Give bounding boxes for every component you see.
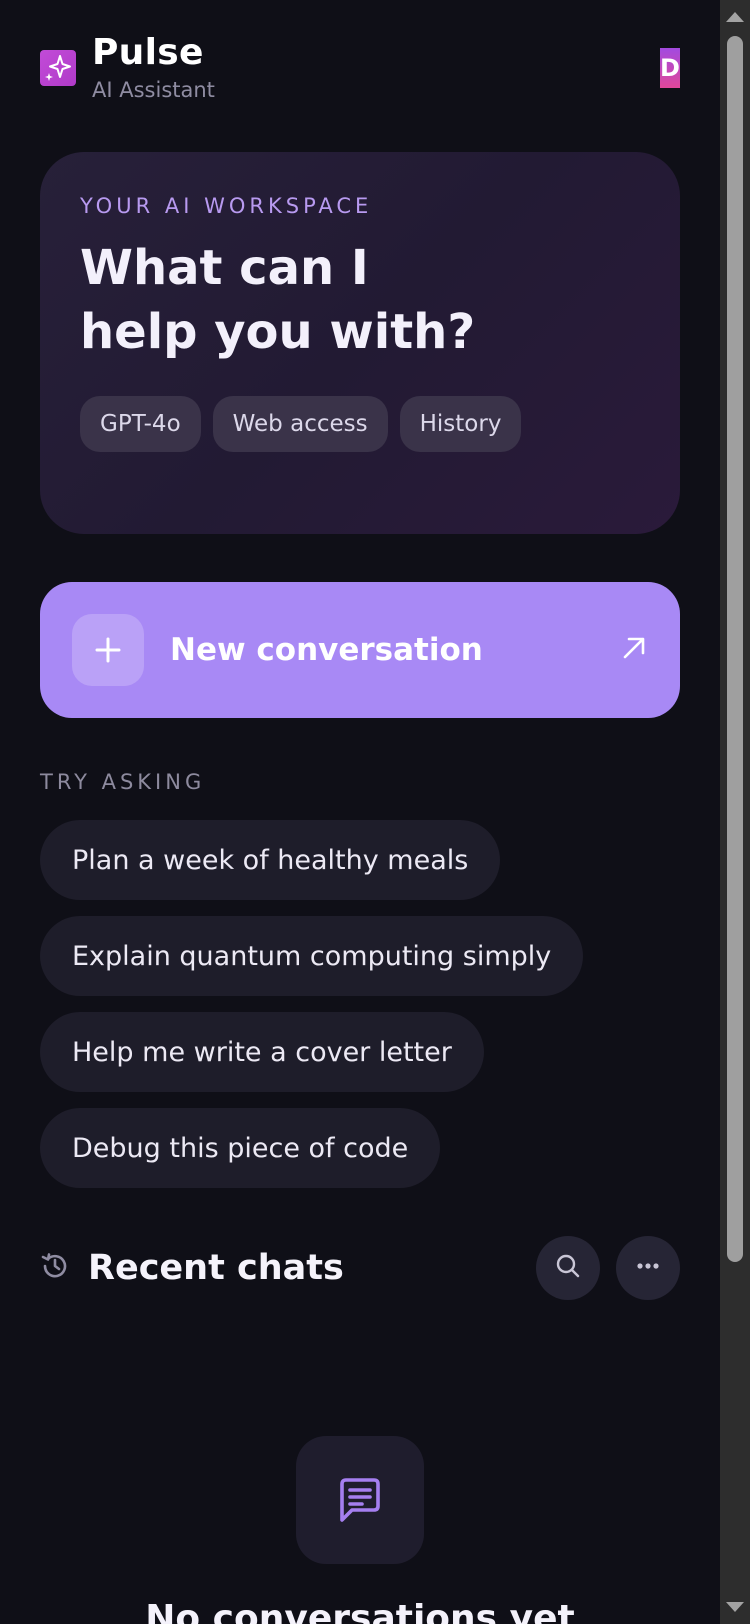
suggestion-chip[interactable]: Help me write a cover letter xyxy=(40,1012,484,1092)
try-asking-label: TRY ASKING xyxy=(40,770,206,794)
scroll-down-arrow-icon[interactable] xyxy=(726,1602,744,1612)
history-icon xyxy=(40,1251,70,1285)
more-horizontal-icon xyxy=(634,1252,662,1284)
recent-chats-title: Recent chats xyxy=(88,1248,344,1288)
scrollbar[interactable] xyxy=(720,0,750,1624)
suggestion-chip[interactable]: Explain quantum computing simply xyxy=(40,916,584,996)
suggestion-list: Plan a week of healthy meals Explain qua… xyxy=(40,820,584,1204)
chip-web-access[interactable]: Web access xyxy=(212,396,388,452)
app-title: Pulse xyxy=(92,32,204,73)
empty-state-title: No conversations yet xyxy=(145,1598,575,1624)
scrollbar-thumb[interactable] xyxy=(727,36,743,1262)
chip-model[interactable]: GPT-4o xyxy=(80,396,201,452)
suggestion-chip[interactable]: Plan a week of healthy meals xyxy=(40,820,501,900)
more-options-button[interactable] xyxy=(616,1236,680,1300)
recent-chats-header: Recent chats xyxy=(40,1236,680,1300)
sparkle-icon xyxy=(40,50,76,86)
hero-eyebrow: YOUR AI WORKSPACE xyxy=(80,194,373,218)
app-subtitle: AI Assistant xyxy=(92,78,215,102)
plus-icon xyxy=(72,614,144,686)
capability-chips: GPT-4o Web access History xyxy=(80,396,640,452)
new-conversation-label: New conversation xyxy=(170,632,483,668)
app-main: Pulse AI Assistant D YOUR AI WORKSPACE W… xyxy=(0,0,720,1624)
arrow-up-right-icon xyxy=(620,634,648,666)
hero-title: What can I help you with? xyxy=(80,240,476,360)
user-avatar[interactable]: D xyxy=(660,48,680,88)
new-conversation-button[interactable]: New conversation xyxy=(40,582,680,718)
search-icon xyxy=(554,1252,582,1284)
scroll-up-arrow-icon[interactable] xyxy=(726,12,744,22)
hero-card: YOUR AI WORKSPACE What can I help you wi… xyxy=(40,152,680,534)
message-icon xyxy=(296,1436,424,1564)
suggestion-chip[interactable]: Debug this piece of code xyxy=(40,1108,441,1188)
search-button[interactable] xyxy=(536,1236,600,1300)
chip-history[interactable]: History xyxy=(399,396,522,452)
